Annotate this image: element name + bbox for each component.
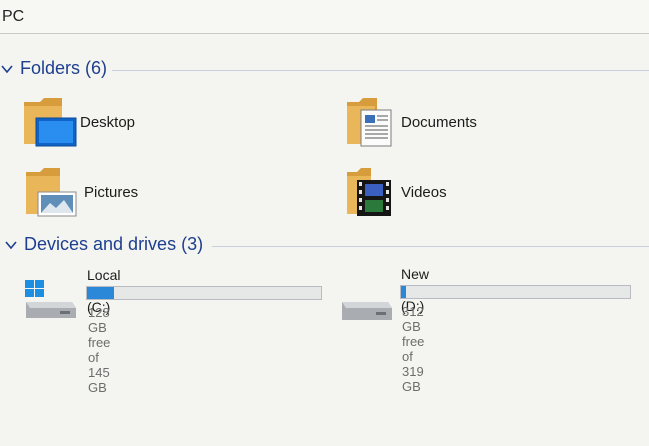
folders-section-header[interactable]: Folders (6) — [0, 58, 107, 79]
videos-folder-icon — [347, 168, 391, 216]
address-text: PC — [2, 8, 25, 25]
folder-tile-documents[interactable]: Documents — [345, 96, 477, 148]
folder-tile-pictures[interactable]: Pictures — [24, 166, 138, 218]
devices-section-divider — [212, 246, 649, 247]
drive-usage-bar-c — [86, 286, 322, 300]
drive-usage-bar-d — [400, 285, 631, 299]
folders-section-divider — [112, 70, 649, 71]
pictures-folder-icon — [26, 168, 77, 217]
devices-section-header[interactable]: Devices and drives (3) — [4, 234, 203, 255]
devices-section-title: Devices and drives (3) — [24, 234, 204, 254]
address-bar[interactable]: PC — [0, 0, 649, 34]
drive-usage-fill-c — [87, 287, 115, 299]
documents-folder-icon — [347, 98, 392, 147]
drive-free-c: 128 GB free of 145 GB — [88, 305, 111, 395]
folder-label-documents: Documents — [401, 113, 477, 131]
folder-tile-videos[interactable]: Videos — [345, 166, 447, 218]
folder-label-videos: Videos — [401, 183, 447, 201]
folder-tile-desktop[interactable]: Desktop — [22, 96, 135, 148]
drive-icon — [342, 302, 392, 320]
drive-usage-fill-d — [401, 286, 407, 298]
chevron-down-icon — [5, 240, 17, 249]
folder-label-desktop: Desktop — [80, 113, 136, 131]
drive-free-d: 312 GB free of 319 GB — [402, 304, 425, 394]
windows-drive-icon — [25, 280, 76, 318]
folder-label-pictures: Pictures — [84, 183, 139, 201]
chevron-down-icon — [1, 64, 13, 73]
desktop-folder-icon — [24, 98, 77, 147]
folders-section-title: Folders (6) — [20, 58, 108, 78]
